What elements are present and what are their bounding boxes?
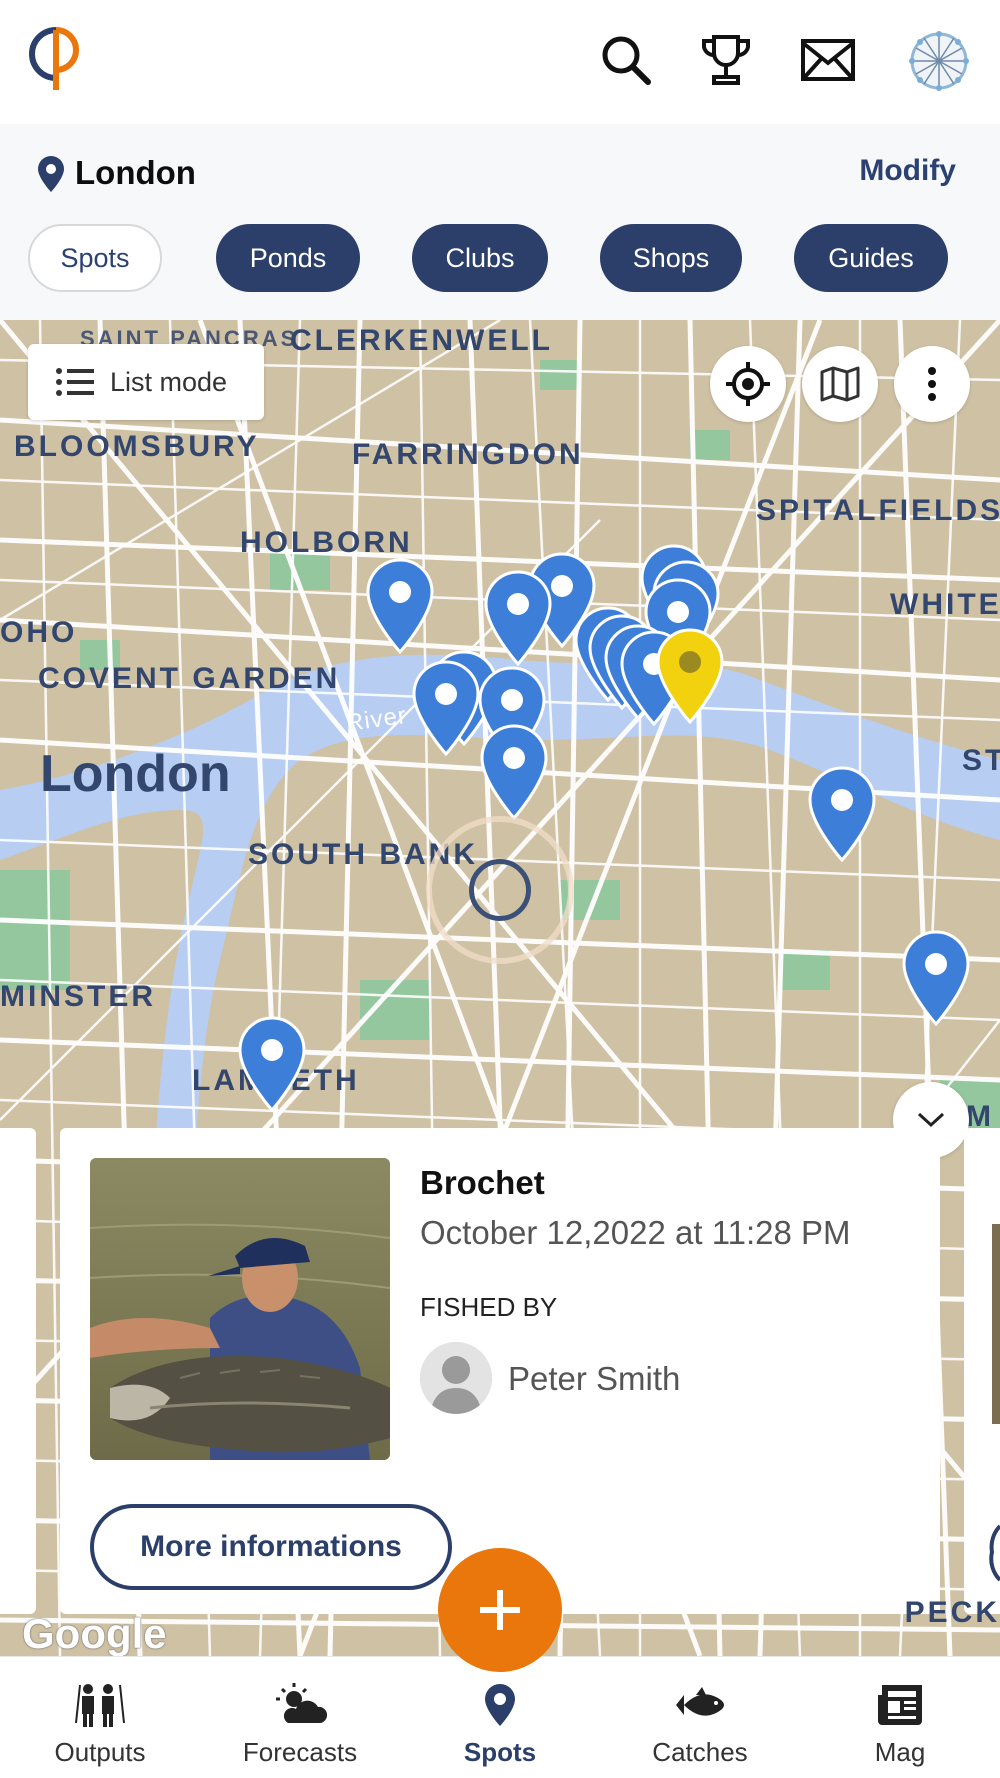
map[interactable]: SAINT PANCRAS CLERKENWELL BLOOMSBURY FAR… <box>0 320 1000 1656</box>
fisher-avatar[interactable] <box>420 1342 492 1414</box>
map-icon <box>820 366 860 402</box>
top-bar <box>0 0 1000 124</box>
catch-photo[interactable] <box>90 1158 390 1460</box>
fisher-name[interactable]: Peter Smith <box>508 1360 680 1398</box>
app-logo[interactable] <box>28 22 92 92</box>
spot-marker[interactable] <box>480 724 548 821</box>
next-card-peek[interactable] <box>964 1128 1000 1614</box>
chip-spots[interactable]: Spots <box>28 224 162 292</box>
map-label-westminster: MINSTER <box>0 980 156 1013</box>
user-location-indicator <box>426 816 574 964</box>
nav-forecasts[interactable]: Forecasts <box>200 1657 400 1778</box>
spot-marker[interactable] <box>412 660 480 757</box>
nav-outputs[interactable]: Outputs <box>0 1657 200 1778</box>
filter-chips: Spots Ponds Clubs Shops Guides <box>0 220 1000 320</box>
spots-icon <box>485 1684 515 1726</box>
chevron-down-icon <box>917 1112 945 1128</box>
nav-forecasts-label: Forecasts <box>242 1737 358 1767</box>
spot-marker[interactable] <box>808 766 876 863</box>
map-label-holborn: HOLBORN <box>240 526 413 559</box>
add-button[interactable] <box>438 1548 562 1672</box>
nav-outputs-label: Outputs <box>54 1737 146 1767</box>
map-label-whitechapel: WHITE <box>890 588 1000 621</box>
map-layers-button[interactable] <box>802 346 878 422</box>
nav-catches[interactable]: Catches <box>600 1657 800 1778</box>
map-label-spitalfields: SPITALFIELDS <box>756 494 1000 527</box>
location-name: London <box>75 154 196 191</box>
google-attribution: Google <box>22 1610 167 1656</box>
spot-marker[interactable] <box>366 558 434 655</box>
map-label-farringdon: FARRINGDON <box>352 438 584 471</box>
forecasts-icon <box>276 1683 328 1723</box>
more-options-button[interactable] <box>894 346 970 422</box>
map-label-st: ST <box>962 744 1000 777</box>
list-icon <box>56 368 94 396</box>
location-pin-icon <box>38 156 64 197</box>
chip-clubs[interactable]: Clubs <box>412 224 548 292</box>
catches-icon <box>676 1687 724 1716</box>
location-row: London Modify <box>0 124 1000 220</box>
catch-title: Brochet <box>420 1164 545 1201</box>
avatar[interactable] <box>906 28 972 94</box>
nav-spots[interactable]: Spots <box>400 1657 600 1778</box>
previous-card-peek[interactable] <box>0 1128 36 1614</box>
crosshair-icon <box>726 362 770 406</box>
chip-shops[interactable]: Shops <box>600 224 742 292</box>
outputs-icon <box>75 1684 125 1727</box>
fished-by-label: FISHED BY <box>420 1292 558 1322</box>
chip-guides[interactable]: Guides <box>794 224 948 292</box>
map-label-covent-garden: COVENT GARDEN <box>38 662 341 695</box>
spot-marker-selected[interactable] <box>656 628 724 725</box>
bottom-navigation: Outputs Forecasts Spots Catches Mag <box>0 1656 1000 1778</box>
plus-icon <box>480 1590 520 1630</box>
map-label-peckham: PECK <box>904 1596 1000 1629</box>
list-mode-button[interactable]: List mode <box>28 344 264 420</box>
nav-mag-label: Mag <box>874 1737 926 1767</box>
more-vertical-icon <box>928 367 936 401</box>
modify-location-button[interactable]: Modify <box>859 154 956 188</box>
map-label-soho: OHO <box>0 616 78 649</box>
map-label-clerkenwell: CLERKENWELL <box>290 324 553 357</box>
chip-ponds[interactable]: Ponds <box>216 224 360 292</box>
spot-marker[interactable] <box>902 930 970 1027</box>
list-mode-label: List mode <box>110 366 228 397</box>
search-icon[interactable] <box>596 30 656 90</box>
mail-icon[interactable] <box>798 30 858 90</box>
more-informations-button[interactable]: More informations <box>90 1504 452 1590</box>
catch-card[interactable]: Brochet October 12,2022 at 11:28 PM FISH… <box>60 1128 940 1614</box>
map-label-bloomsbury: BLOOMSBURY <box>14 430 260 463</box>
map-label-london: London <box>40 745 231 803</box>
locate-me-button[interactable] <box>710 346 786 422</box>
catch-date: October 12,2022 at 11:28 PM <box>420 1214 851 1251</box>
nav-mag[interactable]: Mag <box>800 1657 1000 1778</box>
spot-marker[interactable] <box>238 1016 306 1113</box>
mag-icon <box>878 1685 922 1725</box>
nav-spots-label: Spots <box>463 1737 537 1767</box>
trophy-icon[interactable] <box>696 30 756 90</box>
nav-catches-label: Catches <box>652 1737 748 1767</box>
